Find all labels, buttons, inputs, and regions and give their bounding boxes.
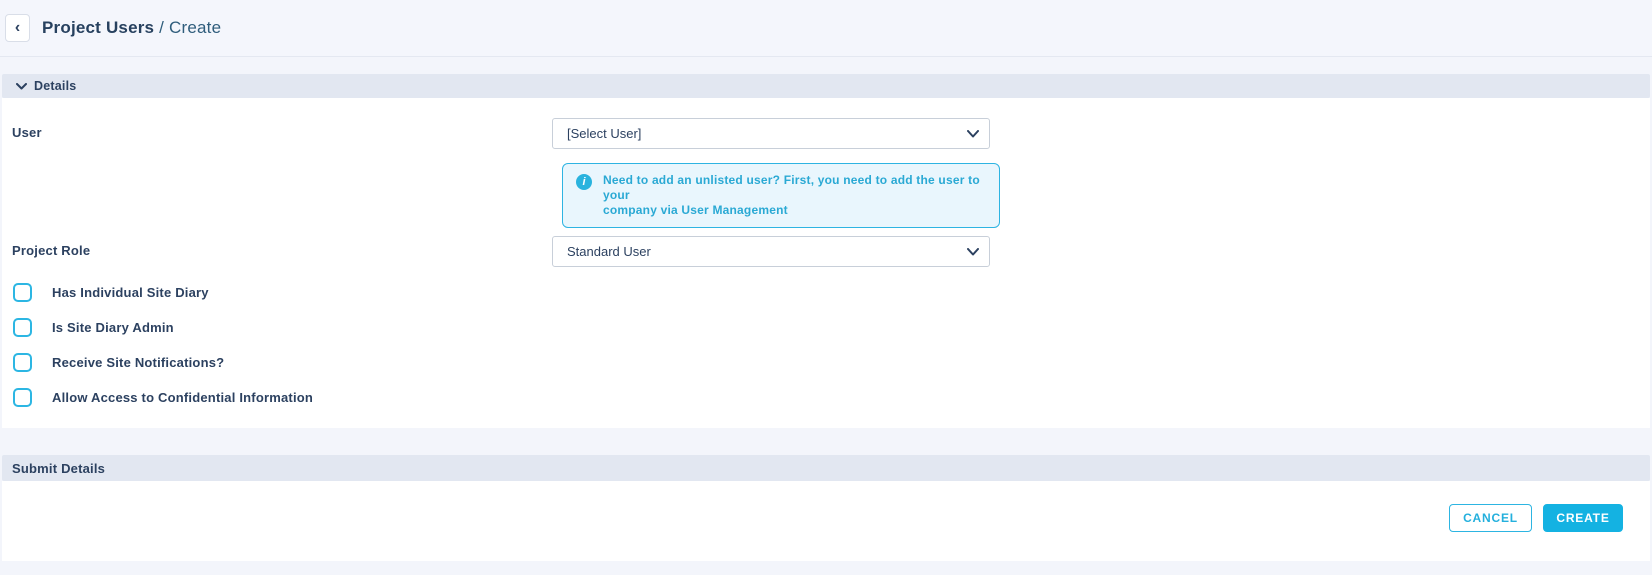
- checkbox-label: Is Site Diary Admin: [52, 320, 174, 335]
- submit-section-title: Submit Details: [12, 461, 105, 476]
- has-individual-site-diary-checkbox[interactable]: [13, 283, 32, 302]
- user-field-row: User [Select User]: [2, 118, 1650, 149]
- breadcrumb-separator: /: [159, 18, 164, 37]
- breadcrumb-secondary: Create: [169, 18, 221, 37]
- breadcrumb-primary: Project Users: [42, 18, 154, 37]
- chevron-down-icon: [967, 130, 979, 138]
- page-title: Project Users / Create: [42, 18, 221, 38]
- page-header: ‹ Project Users / Create: [0, 0, 1652, 57]
- is-site-diary-admin-checkbox[interactable]: [13, 318, 32, 337]
- checkbox-row: Allow Access to Confidential Information: [13, 388, 1650, 407]
- checkbox-label: Has Individual Site Diary: [52, 285, 209, 300]
- project-role-field-row: Project Role Standard User: [2, 236, 1650, 267]
- checkbox-label: Allow Access to Confidential Information: [52, 390, 313, 405]
- submit-section-header: Submit Details: [2, 455, 1650, 481]
- submit-card: Submit Details CANCEL CREATE: [2, 455, 1650, 561]
- project-role-field-label: Project Role: [2, 236, 552, 258]
- details-section-title: Details: [34, 79, 76, 93]
- allow-access-confidential-checkbox[interactable]: [13, 388, 32, 407]
- chevron-left-icon: ‹: [15, 20, 20, 36]
- info-notice-text: Need to add an unlisted user? First, you…: [603, 173, 985, 218]
- details-card: Details User [Select User] i Need to add…: [2, 74, 1650, 428]
- submit-actions: CANCEL CREATE: [2, 481, 1650, 561]
- chevron-down-icon: [967, 248, 979, 256]
- user-select[interactable]: [Select User]: [552, 118, 990, 149]
- project-role-select[interactable]: Standard User: [552, 236, 990, 267]
- details-form: User [Select User] i Need to add an unli…: [2, 98, 1650, 428]
- details-section-header[interactable]: Details: [2, 74, 1650, 98]
- cancel-button[interactable]: CANCEL: [1449, 504, 1532, 532]
- checkbox-row: Is Site Diary Admin: [13, 318, 1650, 337]
- project-role-select-value: Standard User: [567, 244, 651, 259]
- back-button[interactable]: ‹: [5, 14, 30, 42]
- info-notice-row: i Need to add an unlisted user? First, y…: [562, 163, 1650, 228]
- checkbox-row: Has Individual Site Diary: [13, 283, 1650, 302]
- checkbox-group: Has Individual Site Diary Is Site Diary …: [2, 283, 1650, 407]
- checkbox-label: Receive Site Notifications?: [52, 355, 224, 370]
- user-select-value: [Select User]: [567, 126, 641, 141]
- user-field-label: User: [2, 118, 552, 140]
- chevron-down-icon: [16, 83, 27, 90]
- checkbox-row: Receive Site Notifications?: [13, 353, 1650, 372]
- receive-site-notifications-checkbox[interactable]: [13, 353, 32, 372]
- create-button[interactable]: CREATE: [1543, 504, 1623, 532]
- info-notice: i Need to add an unlisted user? First, y…: [562, 163, 1000, 228]
- info-notice-line2: company via User Management: [603, 203, 985, 218]
- info-icon: i: [576, 174, 592, 190]
- info-notice-line1: Need to add an unlisted user? First, you…: [603, 173, 985, 203]
